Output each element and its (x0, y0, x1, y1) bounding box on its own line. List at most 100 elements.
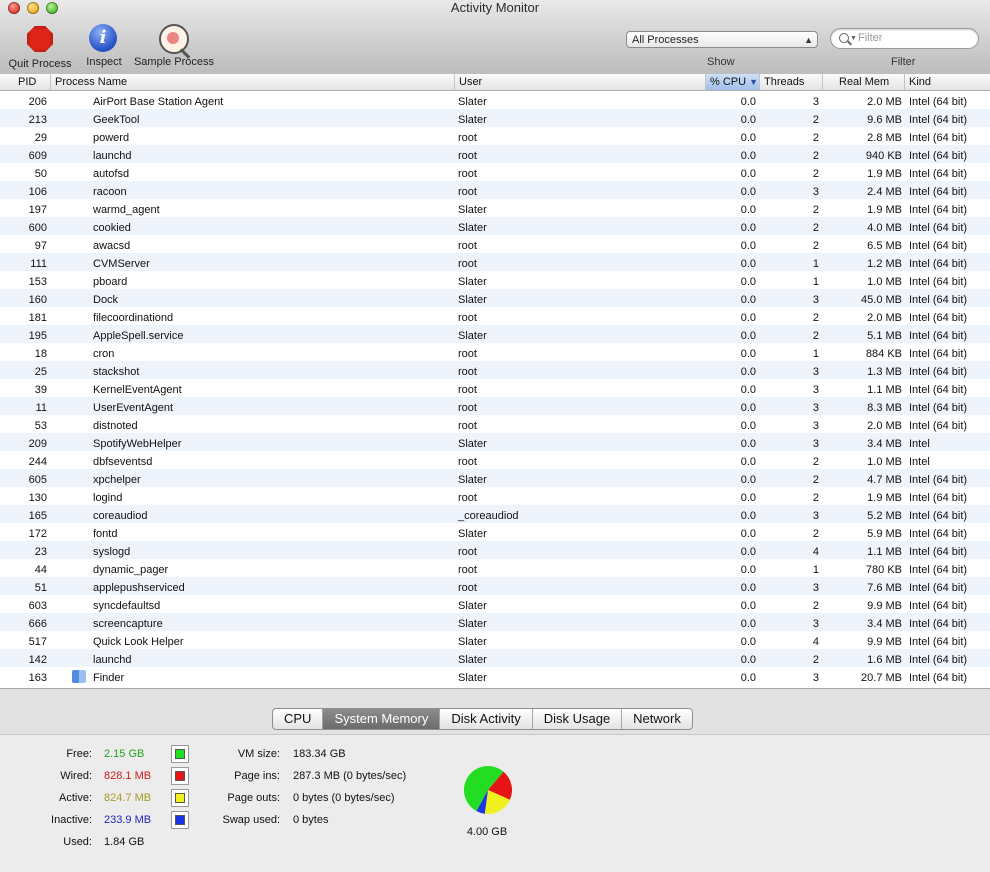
sample-process-label: Sample Process (133, 56, 215, 68)
column-header-pid[interactable]: PID (0, 74, 51, 90)
chevron-down-icon: ▼ (850, 35, 857, 42)
table-row[interactable]: 50 autofsd root 0.0 2 1.9 MB Intel (64 bit) (0, 163, 990, 181)
tab-system-memory[interactable]: System Memory (323, 709, 441, 729)
table-row[interactable]: 197 warmd_agent Slater 0.0 2 1.9 MB Intel (64 … (0, 199, 990, 217)
table-row[interactable]: 23 syslogd root 0.0 4 1.1 MB Intel (64 bit) (0, 541, 990, 559)
process-name: Finder (93, 672, 125, 684)
active-value: 824.7 MB (104, 792, 152, 804)
show-label: Show (707, 56, 735, 68)
table-row[interactable]: 195 AppleSpell.service Slater 0.0 2 5.1 MB Int… (0, 325, 990, 343)
quit-process-button[interactable]: Quit Process (5, 24, 75, 70)
table-row[interactable]: 160 Dock Slater 0.0 3 45.0 MB Intel (64 bit) (0, 289, 990, 307)
inspect-label: Inspect (86, 56, 122, 68)
monitor-tabs: CPU System Memory Disk Activity Disk Usage N… (272, 708, 693, 730)
table-row[interactable]: 11 UserEventAgent root 0.0 3 8.3 MB Intel (64 … (0, 397, 990, 415)
tab-cpu[interactable]: CPU (273, 709, 324, 729)
finder-icon (72, 670, 86, 683)
table-row[interactable]: 18 cron root 0.0 1 884 KB Intel (64 bit) (0, 343, 990, 361)
process-pid: 163 (28, 672, 47, 684)
tab-network[interactable]: Network (622, 709, 692, 729)
inactive-label: Inactive: (51, 814, 92, 826)
page-outs-label: Page outs: (227, 792, 280, 804)
vm-size-label: VM size: (237, 748, 280, 760)
table-row[interactable]: 142 launchd Slater 0.0 2 1.6 MB Intel (64 bit) (0, 649, 990, 667)
table-row[interactable]: 130 logind root 0.0 2 1.9 MB Intel (64 bit) (0, 487, 990, 505)
tab-disk-usage[interactable]: Disk Usage (533, 709, 623, 729)
quit-process-label: Quit Process (8, 58, 72, 70)
show-processes-value: All Processes (632, 34, 699, 46)
memory-total: 4.00 GB (466, 826, 508, 838)
stop-sign-icon (27, 26, 53, 52)
column-header-real-mem[interactable]: Real Mem (823, 74, 905, 90)
table-row[interactable]: 213 GeekTool Slater 0.0 2 9.6 MB Intel (64 bit… (0, 109, 990, 127)
table-header: PID Process Name User % CPU ▼ Threads Re… (0, 74, 990, 91)
process-table[interactable]: 206 AirPort Base Station Agent Slater 0.0 3 2… (0, 91, 990, 689)
filter-search-field[interactable]: ▼ Filter (830, 28, 979, 49)
used-label: Used: (63, 836, 92, 848)
table-row[interactable]: 244 dbfseventsd root 0.0 2 1.0 MB Intel (0, 451, 990, 469)
table-row[interactable]: 29 powerd root 0.0 2 2.8 MB Intel (64 bit) (0, 127, 990, 145)
table-row[interactable]: 25 stackshot root 0.0 3 1.3 MB Intel (64 bit) (0, 361, 990, 379)
table-row[interactable]: 39 KernelEventAgent root 0.0 3 1.1 MB Intel (6… (0, 379, 990, 397)
process-user: Slater (458, 672, 487, 684)
inspect-button[interactable]: i Inspect (82, 24, 126, 68)
column-header-process-name[interactable]: Process Name (51, 74, 455, 90)
page-ins-value: 287.3 MB (0 bytes/sec) (293, 770, 407, 782)
table-row[interactable]: 153 pboard Slater 0.0 1 1.0 MB Intel (64 bit) (0, 271, 990, 289)
table-row[interactable]: 517 Quick Look Helper Slater 0.0 4 9.9 MB Inte… (0, 631, 990, 649)
active-color-swatch[interactable] (171, 789, 189, 807)
column-header-kind[interactable]: Kind (905, 74, 990, 90)
free-color-swatch[interactable] (171, 745, 189, 763)
tab-disk-activity[interactable]: Disk Activity (440, 709, 533, 729)
column-header-cpu-label: % CPU (710, 76, 747, 88)
process-threads: 3 (812, 672, 819, 684)
search-icon (839, 33, 849, 43)
table-row[interactable]: 172 fontd Slater 0.0 2 5.9 MB Intel (64 bit) (0, 523, 990, 541)
window-title: Activity Monitor (450, 0, 540, 15)
column-header-cpu[interactable]: % CPU ▼ (706, 74, 760, 90)
table-row[interactable]: 206 AirPort Base Station Agent Slater 0.0 3 2… (0, 91, 990, 109)
memory-pie-chart (464, 766, 512, 814)
table-row[interactable]: 605 xpchelper Slater 0.0 2 4.7 MB Intel (64 bi… (0, 469, 990, 487)
table-row[interactable]: 51 applepushserviced root 0.0 3 7.6 MB Intel (… (0, 577, 990, 595)
table-row[interactable]: 106 racoon root 0.0 3 2.4 MB Intel (64 bit) (0, 181, 990, 199)
swap-used-value: 0 bytes (293, 814, 329, 826)
process-cpu: 0.0 (740, 672, 756, 684)
column-header-user[interactable]: User (455, 74, 706, 90)
table-row[interactable]: 209 SpotifyWebHelper Slater 0.0 3 3.4 MB Intel (0, 433, 990, 451)
wired-value: 828.1 MB (104, 770, 152, 782)
bottom-panel: CPU System Memory Disk Activity Disk Usage N… (0, 689, 990, 872)
free-value: 2.15 GB (104, 748, 145, 760)
vm-size-value: 183.34 GB (293, 748, 346, 760)
filter-placeholder: Filter (858, 32, 883, 44)
table-row[interactable]: 609 launchd root 0.0 2 940 KB Intel (64 bit) (0, 145, 990, 163)
info-icon: i (89, 24, 117, 52)
table-row[interactable]: 97 awacsd root 0.0 2 6.5 MB Intel (64 bit) (0, 235, 990, 253)
table-row[interactable]: 666 screencapture Slater 0.0 3 3.4 MB Intel (6… (0, 613, 990, 631)
show-processes-select[interactable]: All Processes ▲ (626, 31, 818, 48)
inactive-value: 233.9 MB (104, 814, 152, 826)
table-row[interactable]: 44 dynamic_pager root 0.0 1 780 KB Intel (64 b… (0, 559, 990, 577)
table-row[interactable]: 603 syncdefaultsd Slater 0.0 2 9.9 MB Intel (6… (0, 595, 990, 613)
sort-descending-icon: ▼ (749, 77, 759, 87)
wired-label: Wired: (60, 770, 92, 782)
process-kind: Intel (64 bit) (909, 672, 968, 684)
wired-color-swatch[interactable] (171, 767, 189, 785)
free-label: Free: (66, 748, 92, 760)
column-header-threads[interactable]: Threads (760, 74, 823, 90)
filter-label: Filter (891, 56, 916, 68)
table-row[interactable]: 600 cookied Slater 0.0 2 4.0 MB Intel (64 bit) (0, 217, 990, 235)
table-row[interactable]: 165 coreaudiod _coreaudiod 0.0 3 5.2 MB Intel … (0, 505, 990, 523)
magnifier-icon (159, 24, 189, 54)
inactive-color-swatch[interactable] (171, 811, 189, 829)
sample-process-button[interactable]: Sample Process (131, 24, 217, 68)
page-outs-value: 0 bytes (0 bytes/sec) (293, 792, 395, 804)
table-row[interactable]: 111 CVMServer root 0.0 1 1.2 MB Intel (64 bit) (0, 253, 990, 271)
table-row[interactable]: 163 Finder Slater 0.0 3 20.7 MB Intel (64 bit) (0, 667, 990, 685)
used-value: 1.84 GB (104, 836, 145, 848)
updown-arrows-icon: ▲ (804, 35, 813, 45)
table-row[interactable]: 53 distnoted root 0.0 3 2.0 MB Intel (64 bit) (0, 415, 990, 433)
process-real-mem: 20.7 MB (861, 672, 902, 684)
table-row[interactable]: 181 filecoordinationd root 0.0 2 2.0 MB Intel … (0, 307, 990, 325)
swap-used-label: Swap used: (222, 814, 280, 826)
